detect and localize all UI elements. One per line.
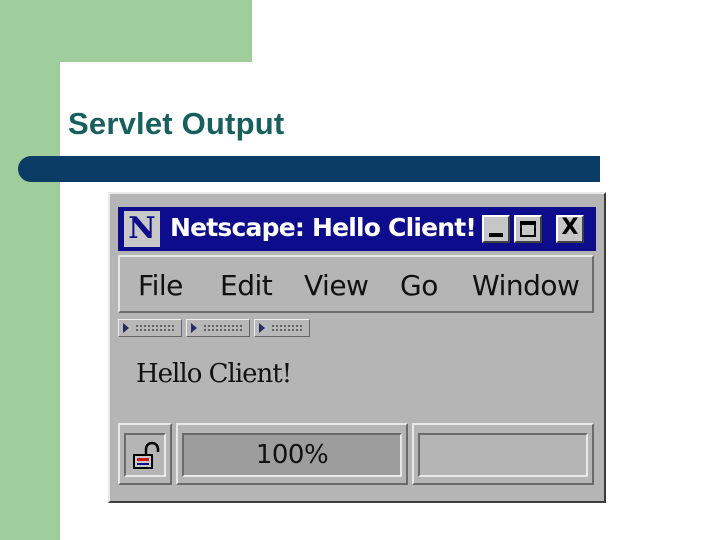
security-well [124, 433, 166, 477]
progress-well: 100% [182, 433, 402, 477]
progress-label: 100% [255, 440, 329, 470]
security-lock-icon[interactable] [132, 441, 162, 471]
menu-view[interactable]: View [304, 269, 369, 302]
status-bar: 100% [118, 423, 596, 489]
status-message-section [412, 423, 594, 485]
minimize-icon [489, 233, 503, 237]
toolbar-handle[interactable] [186, 319, 250, 337]
window-titlebar[interactable]: N Netscape: Hello Client! X [118, 207, 596, 251]
menu-bar: File Edit View Go Window [118, 255, 594, 313]
close-button[interactable]: X [556, 215, 584, 243]
collapsed-toolbars [118, 319, 318, 339]
grip-dots [203, 324, 243, 332]
slide-side-band [0, 0, 60, 540]
menu-edit[interactable]: Edit [220, 269, 273, 302]
maximize-button[interactable] [514, 215, 542, 243]
toolbar-expand-icon [123, 323, 129, 333]
toolbar-handle[interactable] [118, 319, 182, 337]
page-content-text: Hello Client! [136, 359, 292, 389]
menu-go[interactable]: Go [400, 269, 438, 302]
netscape-window: N Netscape: Hello Client! X File Edit Vi… [108, 192, 606, 503]
maximize-icon [520, 221, 536, 237]
minimize-button[interactable] [482, 215, 510, 243]
menu-window[interactable]: Window [472, 269, 580, 302]
progress-section: 100% [176, 423, 408, 485]
menu-file[interactable]: File [138, 269, 183, 302]
grip-dots [135, 324, 175, 332]
slide-top-band [60, 0, 252, 62]
title-rule [18, 156, 600, 182]
window-title: Netscape: Hello Client! [170, 213, 477, 242]
toolbar-expand-icon [259, 323, 265, 333]
slide-title: Servlet Output [68, 106, 285, 141]
security-section [118, 423, 172, 485]
status-message [418, 433, 588, 477]
toolbar-handle[interactable] [254, 319, 310, 337]
window-body: N Netscape: Hello Client! X File Edit Vi… [118, 207, 596, 489]
close-icon: X [561, 215, 579, 240]
grip-dots [271, 324, 303, 332]
toolbar-expand-icon [191, 323, 197, 333]
netscape-logo-icon: N [124, 211, 160, 247]
